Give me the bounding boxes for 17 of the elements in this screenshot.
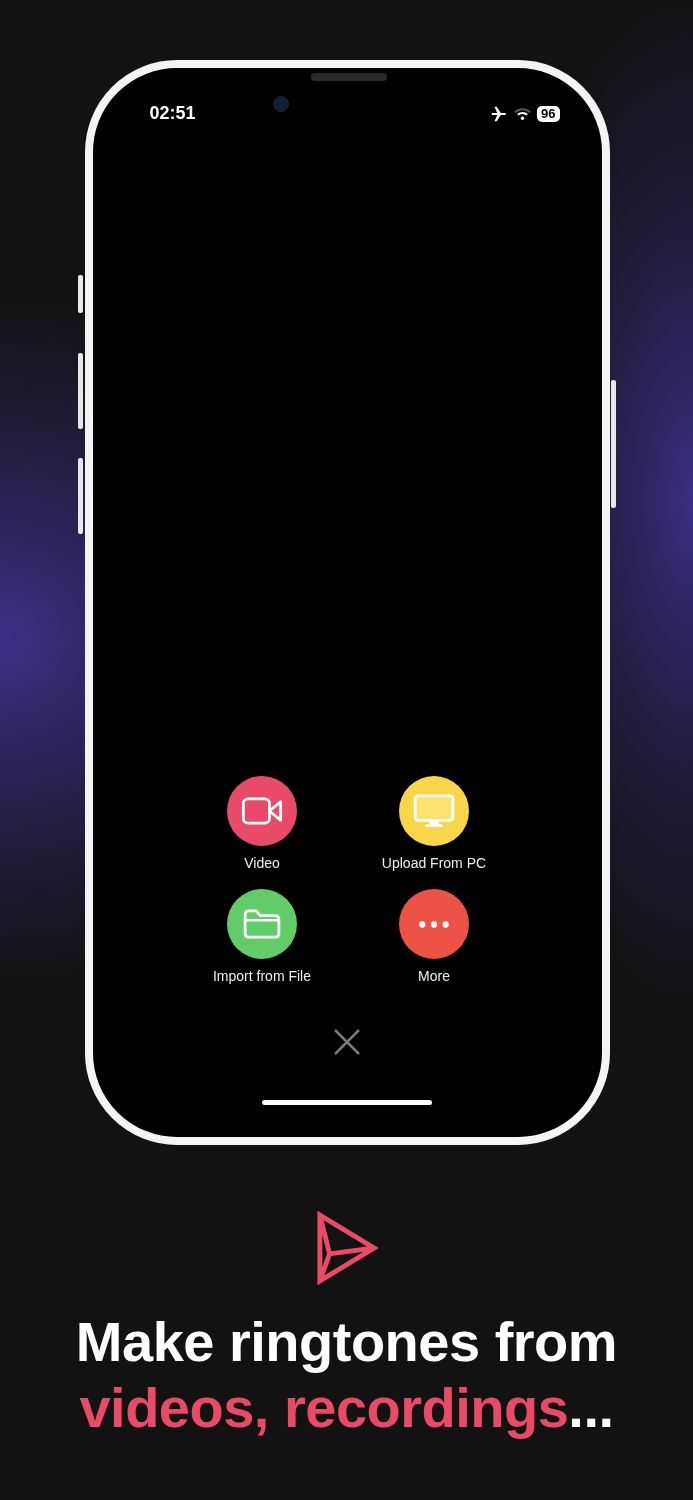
action-button[interactable]: Video bbox=[176, 776, 348, 871]
close-button[interactable] bbox=[333, 1028, 361, 1056]
headline: Make ringtones from videos, recordings... bbox=[75, 1309, 618, 1441]
folder-icon bbox=[243, 909, 281, 939]
airplane-icon bbox=[490, 104, 509, 123]
camera-icon bbox=[272, 96, 289, 112]
wifi-icon bbox=[514, 106, 532, 121]
action-button[interactable]: More bbox=[348, 889, 520, 984]
video-camera-icon bbox=[241, 797, 283, 825]
action-button[interactable]: Upload From PC bbox=[348, 776, 520, 871]
status-time: 02:51 bbox=[149, 103, 196, 124]
battery-level: 96 bbox=[537, 105, 560, 122]
paper-plane-icon bbox=[315, 1211, 378, 1285]
monitor-icon bbox=[413, 794, 455, 828]
close-icon bbox=[333, 1028, 361, 1056]
action-button[interactable]: Import from File bbox=[176, 889, 348, 984]
more-icon bbox=[417, 919, 451, 929]
